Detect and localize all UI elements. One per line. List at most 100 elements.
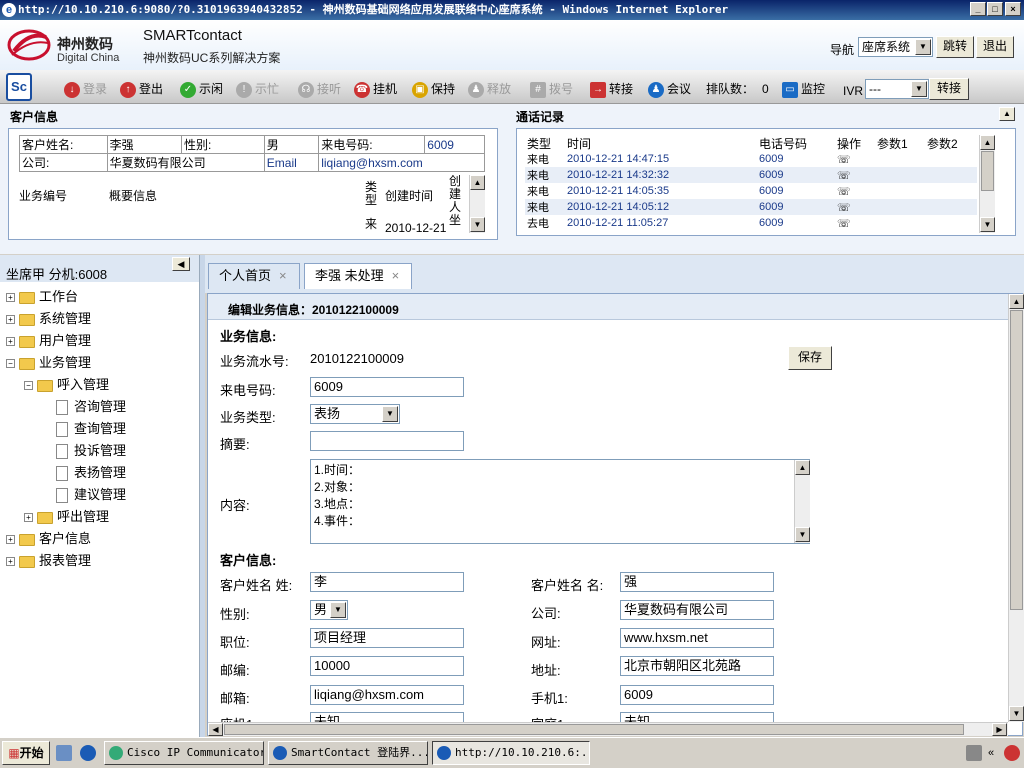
form-hscrollbar[interactable]: ◀ ▶ xyxy=(208,722,1008,736)
content-textarea[interactable]: 1.时间： 2.对象： 3.地点： 4.事件： ▲ ▼ xyxy=(310,459,810,544)
scroll-thumb[interactable] xyxy=(981,151,994,191)
history-scrollbar[interactable]: ▲ ▼ xyxy=(469,175,485,233)
collapse-icon[interactable]: − xyxy=(6,359,15,369)
zip-input[interactable]: 10000 xyxy=(310,656,464,676)
expand-icon[interactable]: + xyxy=(6,535,15,545)
company-input[interactable]: 华夏数码有限公司 xyxy=(620,600,774,620)
tray-expand-icon[interactable]: « xyxy=(988,745,1002,761)
caller-input[interactable]: 6009 xyxy=(310,377,464,397)
form-scrollbar[interactable]: ▲ ▼ xyxy=(1008,294,1024,722)
scroll-down-icon[interactable]: ▼ xyxy=(795,527,810,542)
transfer-button[interactable]: → 转接 xyxy=(590,80,633,98)
sidebar-item-workbench[interactable]: + 工作台 xyxy=(6,287,78,307)
task-smartcontact-login[interactable]: SmartContact 登陆界... xyxy=(268,741,428,765)
scroll-thumb[interactable] xyxy=(1010,310,1023,610)
scroll-up-icon[interactable]: ▲ xyxy=(1009,294,1024,309)
sidebar-item-users[interactable]: + 用户管理 xyxy=(6,331,91,351)
office-phone-input[interactable]: 未知 xyxy=(310,712,464,722)
sidebar-item-praise[interactable]: 表扬管理 xyxy=(56,463,126,483)
scroll-up-icon[interactable]: ▲ xyxy=(470,175,485,190)
ie-quicklaunch-icon[interactable] xyxy=(80,745,96,761)
sidebar-item-complaint[interactable]: 投诉管理 xyxy=(56,441,126,461)
scroll-down-icon[interactable]: ▼ xyxy=(470,217,485,232)
summary-label: 摘要: xyxy=(220,437,250,452)
cisco-icon xyxy=(109,746,123,760)
collapse-icon[interactable]: − xyxy=(24,381,33,391)
tab-business[interactable]: 李强 未处理 × xyxy=(304,263,412,289)
start-button[interactable]: ▦开始 xyxy=(2,741,50,765)
hold-button[interactable]: ▣ 保持 xyxy=(412,80,455,98)
website-input[interactable]: www.hxsm.net xyxy=(620,628,774,648)
expand-icon[interactable]: + xyxy=(6,293,15,303)
task-cisco[interactable]: Cisco IP Communicator xyxy=(104,741,264,765)
scroll-down-icon[interactable]: ▼ xyxy=(1009,706,1024,721)
save-button[interactable]: 保存 xyxy=(788,346,832,370)
hscroll-thumb[interactable] xyxy=(224,724,964,735)
redial-icon[interactable]: ☏ xyxy=(835,199,977,215)
show-desktop-icon[interactable] xyxy=(56,745,72,761)
sidebar-item-system[interactable]: + 系统管理 xyxy=(6,309,91,329)
tab-home[interactable]: 个人首页 × xyxy=(208,263,300,289)
gender-select[interactable]: 男 ▼ xyxy=(310,600,348,620)
scroll-up-icon[interactable]: ▲ xyxy=(980,135,995,150)
scroll-down-icon[interactable]: ▼ xyxy=(980,217,995,232)
sidebar-item-inbound[interactable]: − 呼入管理 xyxy=(24,375,109,395)
ivr-select[interactable]: --- ▼ xyxy=(865,79,929,99)
maximize-button[interactable]: □ xyxy=(987,2,1003,16)
textarea-scrollbar[interactable]: ▲ ▼ xyxy=(794,460,810,543)
dial-button[interactable]: # 拨号 xyxy=(530,80,573,98)
splitter[interactable] xyxy=(199,255,205,737)
scroll-up-icon[interactable]: ▲ xyxy=(795,460,810,475)
collapse-icon[interactable]: ▲ xyxy=(999,107,1015,121)
ready-button[interactable]: ✓ 示闲 xyxy=(180,80,223,98)
expand-icon[interactable]: + xyxy=(6,557,15,567)
sidebar-item-suggestion[interactable]: 建议管理 xyxy=(56,485,126,505)
expand-icon[interactable]: + xyxy=(24,513,33,523)
expand-icon[interactable]: + xyxy=(6,315,15,325)
summary-input[interactable] xyxy=(310,431,464,451)
close-button[interactable]: × xyxy=(1005,2,1021,16)
sidebar-item-reports[interactable]: + 报表管理 xyxy=(6,551,91,571)
nav-select[interactable]: 座席系统 ▼ xyxy=(858,37,933,57)
redial-icon[interactable]: ☏ xyxy=(835,183,977,199)
busy-button[interactable]: ! 示忙 xyxy=(236,80,279,98)
collapse-left-icon[interactable]: ◀ xyxy=(172,257,190,271)
jump-button[interactable]: 跳转 xyxy=(936,36,974,58)
scroll-right-icon[interactable]: ▶ xyxy=(992,723,1007,736)
login-button[interactable]: ↓ 登录 xyxy=(64,80,107,98)
conference-button[interactable]: ♟ 会议 xyxy=(648,80,691,98)
keyboard-icon[interactable] xyxy=(966,745,982,761)
sidebar-item-query[interactable]: 查询管理 xyxy=(56,419,126,439)
sidebar-item-business[interactable]: − 业务管理 xyxy=(6,353,91,373)
calls-scrollbar[interactable]: ▲ ▼ xyxy=(979,135,995,233)
sidebar-item-outbound[interactable]: + 呼出管理 xyxy=(24,507,109,527)
sidebar-item-customers[interactable]: + 客户信息 xyxy=(6,529,91,549)
address-input[interactable]: 北京市朝阳区北苑路 xyxy=(620,656,774,676)
logout-button[interactable]: ↑ 登出 xyxy=(120,80,163,98)
redial-icon[interactable]: ☏ xyxy=(835,167,977,183)
position-input[interactable]: 项目经理 xyxy=(310,628,464,648)
release-button[interactable]: ♟ 释放 xyxy=(468,80,511,98)
redial-icon[interactable]: ☏ xyxy=(835,215,977,231)
mobile-input[interactable]: 6009 xyxy=(620,685,774,705)
close-icon[interactable]: × xyxy=(279,268,287,283)
exit-button[interactable]: 退出 xyxy=(976,36,1014,58)
task-ie-current[interactable]: http://10.10.210.6:... xyxy=(432,741,590,765)
email-input[interactable]: liqiang@hxsm.com xyxy=(310,685,464,705)
tray-app-icon[interactable] xyxy=(1004,745,1020,761)
ivr-transfer-button[interactable]: 转接 xyxy=(929,78,969,100)
surname-input[interactable]: 李 xyxy=(310,572,464,592)
given-name-input[interactable]: 强 xyxy=(620,572,774,592)
redial-icon[interactable]: ☏ xyxy=(835,151,977,167)
minimize-button[interactable]: _ xyxy=(970,2,986,16)
monitor-button[interactable]: ▭ 监控 xyxy=(782,80,825,98)
hangup-button[interactable]: ☎ 挂机 xyxy=(354,80,397,98)
home-phone-input[interactable]: 未知 xyxy=(620,712,774,722)
close-icon[interactable]: × xyxy=(392,268,400,283)
answer-button[interactable]: ☊ 接听 xyxy=(298,80,341,98)
document-icon xyxy=(56,400,68,416)
expand-icon[interactable]: + xyxy=(6,337,15,347)
scroll-left-icon[interactable]: ◀ xyxy=(208,723,223,736)
type-select[interactable]: 表扬 ▼ xyxy=(310,404,400,424)
sidebar-item-consult[interactable]: 咨询管理 xyxy=(56,397,126,417)
